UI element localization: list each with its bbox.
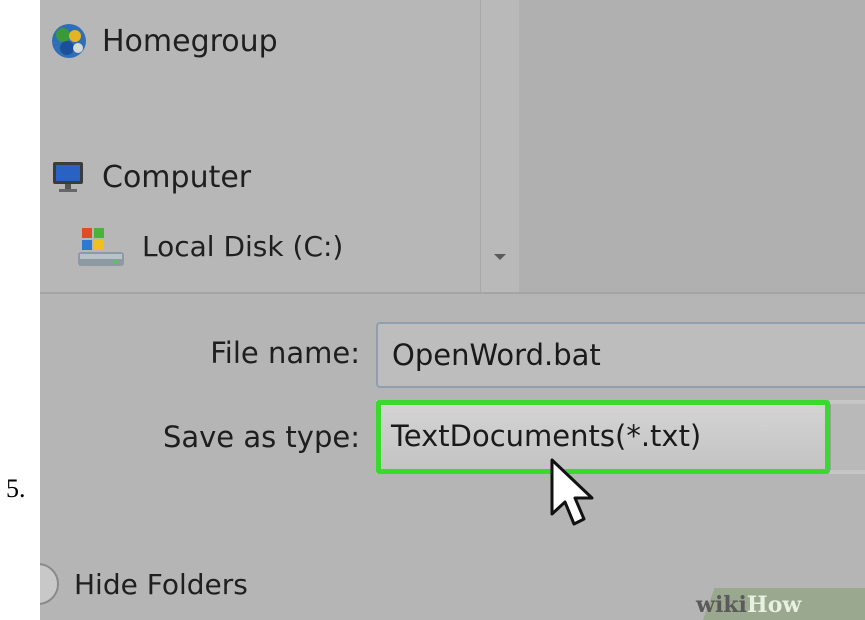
nav-item-label: Local Disk (C:) <box>142 229 344 263</box>
mouse-pointer-icon <box>548 456 600 534</box>
scroll-down-arrow-icon[interactable] <box>489 244 511 266</box>
nav-item-label: Homegroup <box>102 23 278 59</box>
hide-folders-button[interactable]: Hide Folders <box>40 560 248 608</box>
nav-item-local-disk[interactable]: Local Disk (C:) <box>76 222 343 270</box>
dropdown-arrow-area[interactable] <box>830 404 865 470</box>
file-name-label: File name: <box>210 336 360 370</box>
nav-item-computer[interactable]: Computer <box>50 158 251 196</box>
pane-divider <box>40 292 865 294</box>
watermark-part-wiki: wiki <box>696 592 747 618</box>
computer-icon <box>50 158 88 196</box>
watermark-text: wikiHow <box>696 592 801 618</box>
collapse-toggle-icon <box>40 560 62 608</box>
local-disk-icon <box>76 222 128 270</box>
file-name-input[interactable]: OpenWord.bat <box>376 322 865 388</box>
save-as-dialog: Homegroup Computer Local Disk (C:) File … <box>40 0 865 620</box>
nav-item-label: Computer <box>102 159 252 195</box>
save-as-type-label: Save as type: <box>162 420 360 454</box>
nav-item-homegroup[interactable]: Homegroup <box>50 22 278 60</box>
save-as-type-selected-value[interactable]: TextDocuments(*.txt) <box>376 400 830 474</box>
watermark-part-how: How <box>746 592 802 618</box>
file-list-pane[interactable] <box>519 0 865 292</box>
hide-folders-label: Hide Folders <box>74 567 248 601</box>
save-as-type-dropdown[interactable]: TextDocuments(*.txt) <box>376 400 865 474</box>
homegroup-icon <box>50 22 88 60</box>
nav-scrollbar[interactable] <box>480 0 520 292</box>
step-number: 5. <box>6 474 26 503</box>
navigation-pane: Homegroup Computer Local Disk (C:) <box>40 0 480 292</box>
